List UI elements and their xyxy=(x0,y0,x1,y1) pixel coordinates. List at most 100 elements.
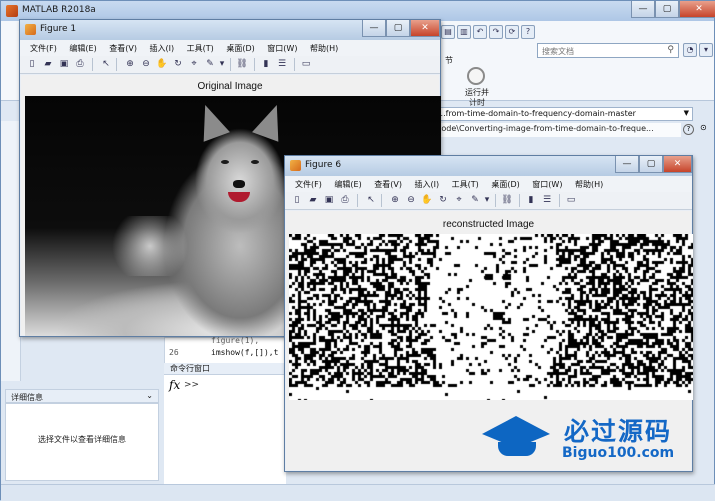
print-figure-icon[interactable]: ⎙ xyxy=(74,58,86,70)
chevron-down-icon[interactable]: ⌄ xyxy=(146,391,153,400)
plot-tools-icon[interactable]: ▭ xyxy=(300,58,312,70)
zoom-out-icon[interactable]: ⊖ xyxy=(140,58,152,70)
toolbar-separator xyxy=(294,58,295,71)
ribbon-expand-icon[interactable]: ▾ xyxy=(699,43,713,57)
current-folder-path[interactable]: ...from-time-domain-to-frequency-domain-… xyxy=(431,107,693,121)
open-file-icon[interactable]: ▰ xyxy=(42,58,54,70)
snow-spray xyxy=(105,216,195,276)
link-plot-icon[interactable]: ⛓ xyxy=(501,194,513,206)
details-panel-title: 详细信息 xyxy=(11,393,43,402)
main-titlebar[interactable]: MATLAB R2018a — ▢ ✕ xyxy=(1,1,715,21)
rotate-3d-icon[interactable]: ↻ xyxy=(172,58,184,70)
minimize-button[interactable]: — xyxy=(631,1,655,18)
save-figure-icon[interactable]: ▣ xyxy=(58,58,70,70)
menu-edit[interactable]: 编辑(E) xyxy=(334,179,361,190)
toolbar-separator xyxy=(559,194,560,207)
new-figure-icon[interactable]: ▯ xyxy=(291,194,303,206)
edit-plot-icon[interactable]: ↖ xyxy=(365,194,377,206)
chevron-down-icon[interactable]: ▾ xyxy=(218,58,226,70)
search-icon[interactable]: ⚲ xyxy=(667,45,674,55)
close-button[interactable]: ✕ xyxy=(679,1,715,18)
menu-file[interactable]: 文件(F) xyxy=(30,43,57,54)
brush-icon[interactable]: ✎ xyxy=(469,194,481,206)
data-cursor-icon[interactable]: ⌖ xyxy=(188,58,200,70)
help-icon[interactable]: ? xyxy=(683,124,694,135)
wolf-eye xyxy=(251,160,259,164)
maximize-button[interactable]: ▢ xyxy=(655,1,679,18)
zoom-in-icon[interactable]: ⊕ xyxy=(389,194,401,206)
menu-help[interactable]: 帮助(H) xyxy=(575,179,603,190)
edit-plot-icon[interactable]: ↖ xyxy=(100,58,112,70)
command-window-title: 命令行窗口 xyxy=(170,364,210,373)
menu-tools[interactable]: 工具(T) xyxy=(452,179,479,190)
ribbon-section-label: 节 xyxy=(445,56,453,65)
chevron-down-icon[interactable]: ▼ xyxy=(684,109,689,117)
notification-icon[interactable]: ◔ xyxy=(683,43,697,57)
figure-6-window-controls: — ▢ ✕ xyxy=(615,156,692,174)
figure-1-titlebar[interactable]: Figure 1 — ▢ ✕ xyxy=(20,20,440,40)
run-and-time-icon[interactable] xyxy=(467,67,485,85)
brush-icon[interactable]: ✎ xyxy=(204,58,216,70)
figure-1-window-controls: — ▢ ✕ xyxy=(362,20,440,38)
figure-6-titlebar[interactable]: Figure 6 — ▢ ✕ xyxy=(285,156,692,176)
current-folder-path-text: ...from-time-domain-to-frequency-domain-… xyxy=(438,109,636,118)
menu-edit[interactable]: 编辑(E) xyxy=(69,43,96,54)
pan-icon[interactable]: ✋ xyxy=(156,58,168,70)
run-and-time-button-label[interactable]: 运行并 计时 xyxy=(462,88,492,108)
new-figure-icon[interactable]: ▯ xyxy=(26,58,38,70)
menu-insert[interactable]: 插入(I) xyxy=(150,43,175,54)
redo-icon[interactable]: ↷ xyxy=(489,25,503,39)
plot-tools-icon[interactable]: ▭ xyxy=(565,194,577,206)
menu-desktop[interactable]: 桌面(D) xyxy=(226,43,254,54)
zoom-in-icon[interactable]: ⊕ xyxy=(124,58,136,70)
link-plot-icon[interactable]: ⛓ xyxy=(236,58,248,70)
details-panel-header[interactable]: 详细信息 ⌄ xyxy=(5,389,159,403)
menu-desktop[interactable]: 桌面(D) xyxy=(491,179,519,190)
menu-view[interactable]: 查看(V) xyxy=(109,43,137,54)
menu-file[interactable]: 文件(F) xyxy=(295,179,322,190)
documentation-search-input[interactable]: 搜索文档 ⚲ xyxy=(537,43,679,58)
minimize-button[interactable]: — xyxy=(362,20,386,37)
colorbar-icon[interactable]: ▮ xyxy=(260,58,272,70)
open-file-icon[interactable]: ▰ xyxy=(307,194,319,206)
save-figure-icon[interactable]: ▣ xyxy=(323,194,335,206)
minimize-button[interactable]: — xyxy=(615,156,639,173)
menu-insert[interactable]: 插入(I) xyxy=(415,179,440,190)
wolf-ear xyxy=(192,100,230,142)
undo-icon[interactable]: ↶ xyxy=(473,25,487,39)
menu-view[interactable]: 查看(V) xyxy=(374,179,402,190)
wolf-ear xyxy=(252,100,290,142)
maximize-button[interactable]: ▢ xyxy=(639,156,663,173)
refresh-icon[interactable]: ⟳ xyxy=(505,25,519,39)
command-window[interactable]: fx >> xyxy=(164,375,286,485)
function-browser-icon[interactable]: fx xyxy=(169,378,180,392)
axes-title: reconstructed Image xyxy=(442,219,535,230)
legend-icon[interactable]: ☰ xyxy=(541,194,553,206)
reconstructed-image-canvas xyxy=(289,234,693,400)
pan-icon[interactable]: ✋ xyxy=(421,194,433,206)
figure-1-menubar: 文件(F) 编辑(E) 查看(V) 插入(I) 工具(T) 桌面(D) 窗口(W… xyxy=(20,40,440,56)
zoom-out-icon[interactable]: ⊖ xyxy=(405,194,417,206)
toolbar-separator xyxy=(381,194,382,207)
chevron-down-icon[interactable]: ▾ xyxy=(483,194,491,206)
command-prompt: >> xyxy=(184,380,200,390)
print-figure-icon[interactable]: ⎙ xyxy=(339,194,351,206)
help-icon[interactable]: ? xyxy=(521,25,535,39)
new-icon[interactable]: ▤ xyxy=(441,25,455,39)
editor-line-25: figure(1), xyxy=(211,336,260,345)
menu-window[interactable]: 窗口(W) xyxy=(532,179,562,190)
watermark-url: Biguo100.com xyxy=(562,445,675,461)
menu-help[interactable]: 帮助(H) xyxy=(310,43,338,54)
data-cursor-icon[interactable]: ⌖ xyxy=(453,194,465,206)
save-icon[interactable]: ▥ xyxy=(457,25,471,39)
menu-window[interactable]: 窗口(W) xyxy=(267,43,297,54)
close-button[interactable]: ✕ xyxy=(410,20,440,37)
rotate-3d-icon[interactable]: ↻ xyxy=(437,194,449,206)
close-button[interactable]: ✕ xyxy=(663,156,692,173)
colorbar-icon[interactable]: ▮ xyxy=(525,194,537,206)
maximize-button[interactable]: ▢ xyxy=(386,20,410,37)
menu-tools[interactable]: 工具(T) xyxy=(187,43,214,54)
panel-collapse-icon[interactable]: ⊙ xyxy=(700,123,707,132)
legend-icon[interactable]: ☰ xyxy=(276,58,288,70)
graduation-cap-icon xyxy=(498,442,536,456)
